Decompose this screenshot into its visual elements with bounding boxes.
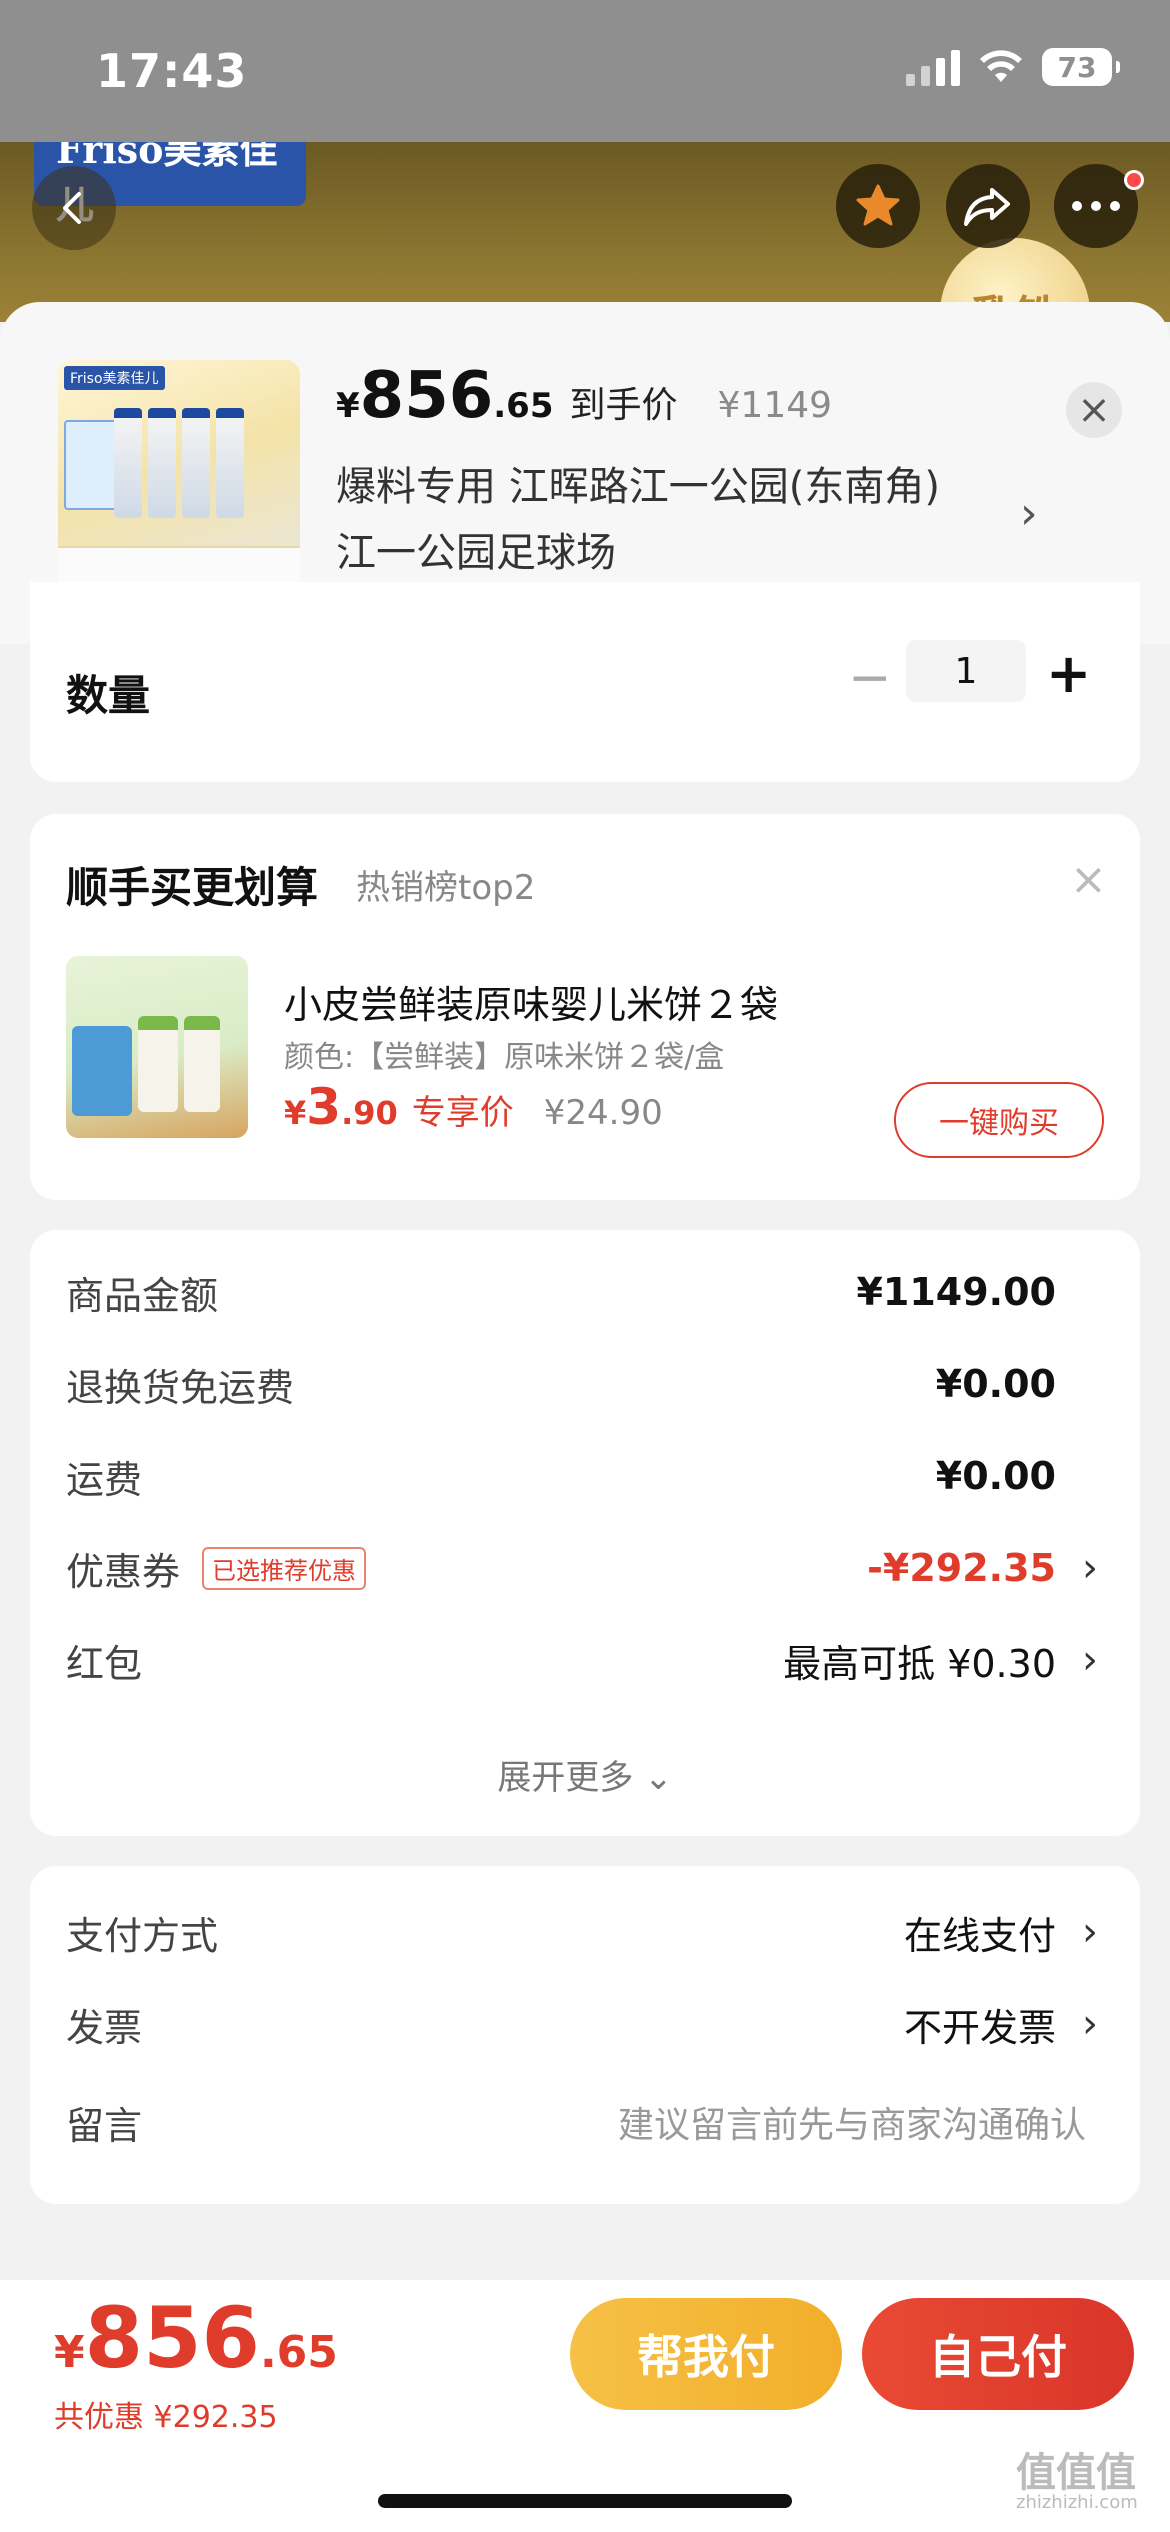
note-label: 留言 [66, 2103, 143, 2148]
upsell-product-spec: 颜色:【尝鲜装】原味米饼２袋/盒 [284, 1040, 725, 1075]
red-packet-value: 最高可抵 ¥0.30 [783, 1641, 1056, 1686]
status-icons: 73 [906, 48, 1120, 86]
payment-card: 支付方式 在线支付 › 发票 不开发票 › 留言 建议留言前先与商家沟通确认 [30, 1866, 1140, 2204]
upsell-price-symbol: ¥ [284, 1094, 307, 1132]
coupon-value: -¥292.35 [867, 1546, 1056, 1590]
chevron-right-icon[interactable]: › [1020, 488, 1038, 539]
checkout-bar: ¥ 856 .65 共优惠 ¥292.35 帮我付 自己付 值值值 zhizhi… [0, 2280, 1170, 2532]
upsell-card: 顺手买更划算 热销榜top2 × 小皮尝鲜装原味婴儿米饼２袋 颜色:【尝鲜装】原… [30, 814, 1140, 1200]
back-icon [63, 192, 81, 224]
close-icon: × [1077, 387, 1111, 433]
share-icon [964, 188, 1010, 226]
price-integer: 856 [359, 359, 494, 433]
order-sheet: Friso美素佳儿 ¥ 856 .65 到手价 ¥1149 爆料专用 江晖路江一… [0, 302, 1170, 2532]
summary-row-shipping: 运费 ¥0.00 [66, 1446, 1106, 1506]
star-icon [856, 184, 900, 226]
battery-icon: 73 [1042, 48, 1120, 86]
close-button[interactable]: × [1066, 382, 1122, 438]
summary-value: ¥1149.00 [856, 1270, 1056, 1314]
chevron-right-icon: › [1082, 1637, 1098, 1683]
chevron-right-icon: › [1082, 1909, 1098, 1955]
summary-label: 红包 [66, 1641, 143, 1686]
coupon-badge: 已选推荐优惠 [202, 1546, 367, 1590]
price-decimal: .65 [493, 386, 554, 426]
upsell-price-integer: 3 [306, 1078, 342, 1136]
upsell-original-price: ¥24.90 [543, 1093, 663, 1133]
summary-label: 退换货免运费 [66, 1365, 295, 1410]
watermark-url: zhizhizhi.com [1016, 2492, 1138, 2513]
share-button[interactable] [946, 164, 1030, 248]
address-line-1[interactable]: 爆料专用 江晖路江一公园(东南角) [336, 454, 940, 512]
summary-row-red-packet[interactable]: 红包 最高可抵 ¥0.30 › [66, 1630, 1106, 1690]
total-price: ¥ 856 .65 [54, 2296, 338, 2380]
upsell-subtitle: 热销榜top2 [356, 868, 536, 908]
invoice-value: 不开发票 [903, 2005, 1056, 2050]
favorite-button[interactable] [836, 164, 920, 248]
price-label: 到手价 [569, 385, 678, 426]
notification-dot [1124, 170, 1144, 190]
upsell-close-icon[interactable]: × [1070, 854, 1107, 905]
back-button[interactable] [32, 166, 116, 250]
total-decimal: .65 [259, 2327, 338, 2378]
quantity-card: 数量 − 1 + [30, 582, 1140, 782]
summary-label: 优惠券 [66, 1549, 181, 1594]
watermark: 值值值 [1016, 2450, 1136, 2496]
address-line-2[interactable]: 江一公园足球场 [336, 520, 616, 578]
upsell-price-label: 专享价 [411, 1093, 514, 1133]
summary-row-return-shipping: 退换货免运费 ¥0.00 [66, 1354, 1106, 1414]
total-integer: 856 [84, 2289, 260, 2387]
upsell-price: ¥ 3 .90 专享价 ¥24.90 [284, 1082, 663, 1134]
thumb-cans [114, 408, 244, 518]
upsell-product-name[interactable]: 小皮尝鲜装原味婴儿米饼２袋 [284, 974, 778, 1029]
signal-icon [906, 48, 960, 86]
home-indicator[interactable] [378, 2494, 792, 2508]
wifi-icon [980, 50, 1022, 82]
invoice-row[interactable]: 发票 不开发票 › [66, 1994, 1106, 2054]
expand-more-button[interactable]: 展开更多 ⌄ [30, 1750, 1140, 1799]
invoice-label: 发票 [66, 2005, 143, 2050]
status-bar: 17:43 73 [0, 0, 1170, 142]
help-me-pay-button[interactable]: 帮我付 [570, 2298, 842, 2410]
plus-icon[interactable]: + [1046, 642, 1091, 705]
total-discount: 共优惠 ¥292.35 [54, 2400, 278, 2435]
chevron-right-icon: › [1082, 2001, 1098, 2047]
quantity-stepper[interactable]: 1 [906, 640, 1026, 702]
minus-icon[interactable]: − [848, 648, 892, 708]
one-click-buy-button[interactable]: 一键购买 [894, 1082, 1104, 1158]
more-icon [1072, 201, 1120, 211]
payment-value: 在线支付 [903, 1913, 1056, 1958]
price-summary-card: 商品金额 ¥1149.00 退换货免运费 ¥0.00 运费 ¥0.00 优惠券 … [30, 1230, 1140, 1836]
summary-label: 商品金额 [66, 1273, 219, 1318]
summary-value: ¥0.00 [935, 1454, 1056, 1498]
summary-row-goods: 商品金额 ¥1149.00 [66, 1262, 1106, 1322]
pay-myself-button[interactable]: 自己付 [862, 2298, 1134, 2410]
price-line: ¥ 856 .65 到手价 ¥1149 [336, 364, 832, 428]
price-symbol: ¥ [336, 386, 360, 426]
chevron-right-icon: › [1082, 1545, 1098, 1591]
upsell-price-decimal: .90 [341, 1094, 398, 1132]
payment-label: 支付方式 [66, 1913, 219, 1958]
note-row[interactable]: 留言 建议留言前先与商家沟通确认 [66, 2092, 1106, 2152]
total-symbol: ¥ [54, 2327, 85, 2378]
summary-label: 运费 [66, 1457, 143, 1502]
product-image: Friso美素佳儿 [58, 360, 300, 602]
summary-value: ¥0.00 [935, 1362, 1056, 1406]
status-time: 17:43 [96, 44, 248, 98]
upsell-product-image[interactable] [66, 956, 248, 1138]
upsell-title: 顺手买更划算 [66, 863, 319, 912]
summary-row-coupon[interactable]: 优惠券 已选推荐优惠 -¥292.35 › [66, 1538, 1106, 1598]
thumb-brand-label: Friso美素佳儿 [64, 366, 165, 390]
note-input[interactable]: 建议留言前先与商家沟通确认 [618, 2096, 1086, 2148]
original-price: ¥1149 [717, 385, 833, 426]
payment-method-row[interactable]: 支付方式 在线支付 › [66, 1902, 1106, 1962]
quantity-label: 数量 [66, 671, 151, 720]
